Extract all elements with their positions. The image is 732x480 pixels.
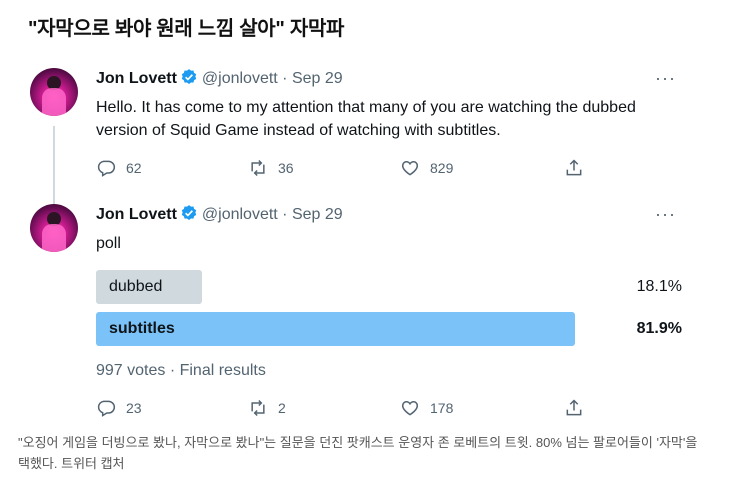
avatar[interactable] <box>30 68 78 116</box>
poll-option-percent: 18.1% <box>636 278 682 295</box>
tweet-actions: 23 2 178 <box>96 398 596 418</box>
more-options-icon[interactable]: ··· <box>655 68 676 89</box>
article-headline: "자막으로 봐야 원래 느낌 살아" 자막파 <box>28 18 345 40</box>
poll-option: subtitles 81.9% <box>96 312 682 346</box>
poll-option-label: subtitles <box>109 320 175 337</box>
retweet-count: 36 <box>278 160 294 176</box>
reply-button[interactable]: 23 <box>96 398 142 418</box>
share-button[interactable] <box>564 398 584 418</box>
share-icon <box>566 159 582 176</box>
share-icon <box>566 399 582 416</box>
tweet-actions: 62 36 829 <box>96 158 596 178</box>
verified-badge-icon <box>180 204 198 229</box>
share-button[interactable] <box>564 158 584 178</box>
tweet-text: Hello. It has come to my attention that … <box>96 99 636 139</box>
verified-badge-icon <box>180 68 198 93</box>
poll: dubbed 18.1% subtitles 81.9% <box>96 270 682 354</box>
reply-button[interactable]: 62 <box>96 158 142 178</box>
reply-icon <box>97 160 116 177</box>
reply-icon <box>97 400 116 417</box>
poll-option: dubbed 18.1% <box>96 270 682 304</box>
like-button[interactable]: 829 <box>400 158 453 178</box>
handle-and-date[interactable]: @jonlovett · Sep 29 <box>202 70 343 87</box>
retweet-count: 2 <box>278 400 286 416</box>
thread-connector <box>53 126 55 208</box>
poll-option-label: dubbed <box>109 278 163 295</box>
author-name[interactable]: Jon Lovett <box>96 206 177 223</box>
more-options-icon[interactable]: ··· <box>655 204 676 225</box>
tweet-text: poll <box>96 235 121 252</box>
retweet-button[interactable]: 2 <box>248 398 286 418</box>
like-count: 178 <box>430 400 454 416</box>
heart-icon <box>401 160 419 176</box>
avatar[interactable] <box>30 204 78 252</box>
retweet-icon <box>251 159 265 177</box>
tweet-header: Jon Lovett @jonlovett · Sep 29 <box>96 204 690 229</box>
heart-icon <box>401 400 419 416</box>
poll-option-percent: 81.9% <box>636 320 682 337</box>
handle-and-date[interactable]: @jonlovett · Sep 29 <box>202 206 343 223</box>
tweet-content: Jon Lovett @jonlovett · Sep 29 ··· poll <box>96 204 690 255</box>
reply-count: 23 <box>126 400 142 416</box>
photo-caption: "오징어 게임을 더빙으로 봤나, 자막으로 봤나"는 질문을 던진 팟캐스트 … <box>18 435 698 471</box>
retweet-button[interactable]: 36 <box>248 158 294 178</box>
poll-result-summary: 997 votes · Final results <box>96 362 266 379</box>
author-name[interactable]: Jon Lovett <box>96 70 177 87</box>
tweet-content: Jon Lovett @jonlovett · Sep 29 ··· Hello.… <box>96 68 690 142</box>
like-button[interactable]: 178 <box>400 398 453 418</box>
retweet-icon <box>251 399 265 417</box>
like-count: 829 <box>430 160 454 176</box>
reply-count: 62 <box>126 160 142 176</box>
tweet-header: Jon Lovett @jonlovett · Sep 29 <box>96 68 690 93</box>
